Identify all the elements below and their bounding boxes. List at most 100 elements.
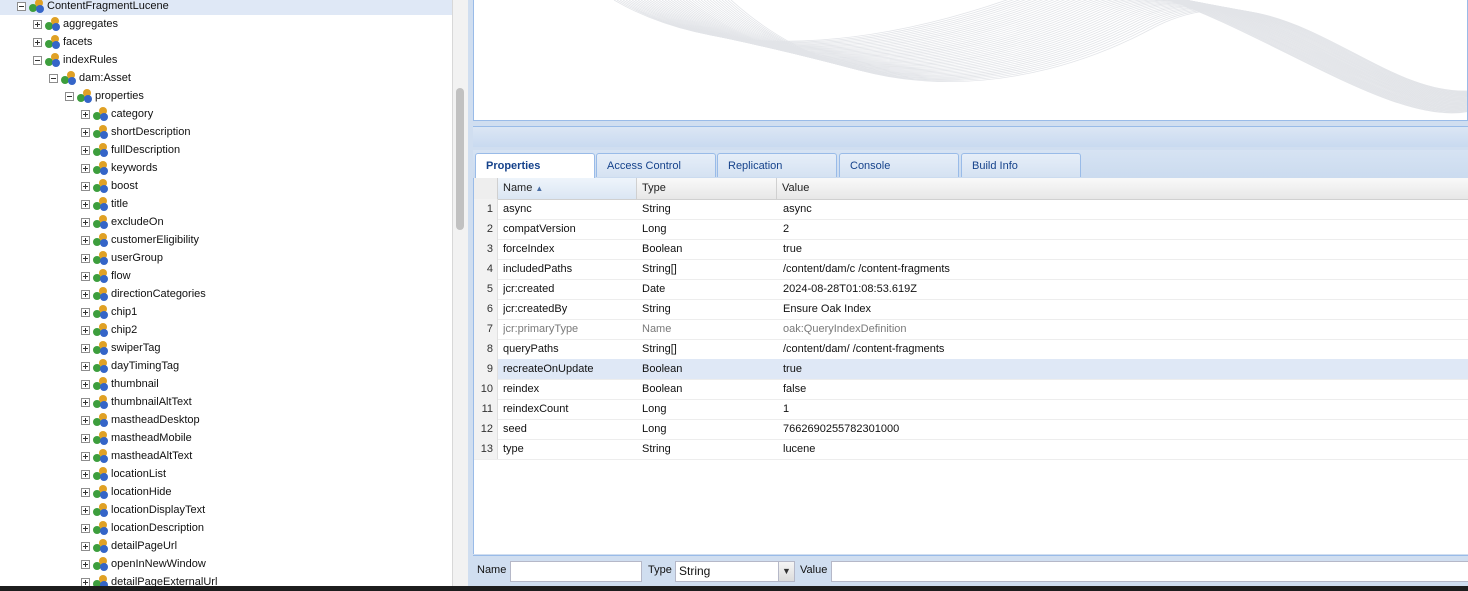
expand-icon[interactable] bbox=[81, 253, 90, 263]
tab-properties[interactable]: Properties bbox=[475, 153, 595, 179]
tree-node[interactable]: thumbnailAltText bbox=[81, 393, 192, 411]
expand-icon[interactable] bbox=[81, 361, 90, 371]
expand-icon[interactable] bbox=[81, 181, 90, 191]
property-value: false bbox=[783, 383, 807, 395]
panel-splitter[interactable] bbox=[473, 126, 1468, 147]
expand-icon[interactable] bbox=[33, 37, 42, 47]
tree-node[interactable]: mastheadAltText bbox=[81, 447, 192, 465]
tree-node[interactable]: dam:Asset bbox=[49, 69, 131, 87]
collapse-icon[interactable] bbox=[33, 55, 42, 65]
expand-icon[interactable] bbox=[81, 541, 90, 551]
repository-tree[interactable]: ContentFragmentLucene aggregates facets ind… bbox=[0, 0, 452, 586]
grid-row[interactable]: 12 seed Long 7662690255782301000 bbox=[474, 419, 1468, 440]
expand-icon[interactable] bbox=[81, 415, 90, 425]
expand-icon[interactable] bbox=[81, 559, 90, 569]
grid-row[interactable]: 3 forceIndex Boolean true bbox=[474, 239, 1468, 260]
expand-icon[interactable] bbox=[81, 433, 90, 443]
expand-icon[interactable] bbox=[81, 127, 90, 137]
expand-icon[interactable] bbox=[81, 109, 90, 119]
name-input[interactable] bbox=[510, 561, 642, 582]
tree-scrollbar-thumb[interactable] bbox=[456, 88, 464, 230]
tree-node[interactable]: aggregates bbox=[33, 15, 118, 33]
collapse-icon[interactable] bbox=[65, 91, 74, 101]
grid-row[interactable]: 10 reindex Boolean false bbox=[474, 379, 1468, 400]
tree-node[interactable]: swiperTag bbox=[81, 339, 161, 357]
column-header-value[interactable]: Value bbox=[777, 178, 1468, 199]
tree-node[interactable]: chip2 bbox=[81, 321, 137, 339]
tree-node[interactable]: title bbox=[81, 195, 128, 213]
tree-node[interactable]: keywords bbox=[81, 159, 157, 177]
expand-icon[interactable] bbox=[81, 451, 90, 461]
tree-node[interactable]: detailPageUrl bbox=[81, 537, 177, 555]
tree-node[interactable]: shortDescription bbox=[81, 123, 190, 141]
tree-node[interactable]: facets bbox=[33, 33, 92, 51]
grid-row[interactable]: 2 compatVersion Long 2 bbox=[474, 219, 1468, 240]
grid-row[interactable]: 6 jcr:createdBy String Ensure Oak Index bbox=[474, 299, 1468, 320]
tree-node[interactable]: locationList bbox=[81, 465, 166, 483]
expand-icon[interactable] bbox=[81, 271, 90, 281]
tab-access-control[interactable]: Access Control bbox=[596, 153, 716, 177]
tree-node[interactable]: fullDescription bbox=[81, 141, 180, 159]
expand-icon[interactable] bbox=[81, 145, 90, 155]
column-header-type[interactable]: Type bbox=[637, 178, 777, 199]
grid-row[interactable]: 13 type String lucene bbox=[474, 439, 1468, 460]
expand-icon[interactable] bbox=[81, 523, 90, 533]
collapse-icon[interactable] bbox=[49, 73, 58, 83]
tree-node[interactable]: customerEligibility bbox=[81, 231, 199, 249]
expand-icon[interactable] bbox=[81, 397, 90, 407]
tree-node[interactable]: thumbnail bbox=[81, 375, 159, 393]
expand-icon[interactable] bbox=[81, 199, 90, 209]
expand-icon[interactable] bbox=[81, 487, 90, 497]
grid-row[interactable]: 5 jcr:created Date 2024-08-28T01:08:53.619Z bbox=[474, 279, 1468, 300]
grid-row[interactable]: 4 includedPaths String[] /content/dam/c /co… bbox=[474, 259, 1468, 280]
tree-node[interactable]: dayTimingTag bbox=[81, 357, 179, 375]
expand-icon[interactable] bbox=[81, 343, 90, 353]
expand-icon[interactable] bbox=[81, 163, 90, 173]
tree-node[interactable]: category bbox=[81, 105, 153, 123]
tab-console[interactable]: Console bbox=[839, 153, 959, 177]
tree-node[interactable]: detailPageExternalUrl bbox=[81, 573, 217, 586]
tree-node[interactable]: openInNewWindow bbox=[81, 555, 206, 573]
tree-node[interactable]: flow bbox=[81, 267, 131, 285]
expand-icon[interactable] bbox=[81, 307, 90, 317]
expand-icon[interactable] bbox=[81, 289, 90, 299]
expand-icon[interactable] bbox=[81, 469, 90, 479]
tree-node[interactable]: locationHide bbox=[81, 483, 172, 501]
expand-icon[interactable] bbox=[81, 577, 90, 586]
node-icon bbox=[45, 53, 60, 67]
tree-node[interactable]: boost bbox=[81, 177, 138, 195]
node-icon bbox=[93, 449, 108, 463]
type-select[interactable]: String bbox=[675, 561, 779, 582]
expand-icon[interactable] bbox=[81, 505, 90, 515]
column-header-name[interactable]: Name ▲ bbox=[498, 178, 637, 199]
tree-node[interactable]: properties bbox=[65, 87, 144, 105]
expand-icon[interactable] bbox=[81, 235, 90, 245]
tree-node[interactable]: indexRules bbox=[33, 51, 117, 69]
value-input[interactable] bbox=[831, 561, 1468, 582]
tree-node[interactable]: excludeOn bbox=[81, 213, 164, 231]
tree-node[interactable]: ContentFragmentLucene bbox=[0, 0, 452, 15]
tree-node[interactable]: directionCategories bbox=[81, 285, 206, 303]
tree-node[interactable]: mastheadDesktop bbox=[81, 411, 200, 429]
tree-node[interactable]: mastheadMobile bbox=[81, 429, 192, 447]
row-number: 12 bbox=[474, 419, 498, 439]
tree-node[interactable]: locationDescription bbox=[81, 519, 204, 537]
grid-row[interactable]: 1 async String async bbox=[474, 199, 1468, 220]
property-name: queryPaths bbox=[503, 343, 559, 355]
tree-node[interactable]: userGroup bbox=[81, 249, 163, 267]
expand-icon[interactable] bbox=[81, 325, 90, 335]
expand-icon[interactable] bbox=[81, 217, 90, 227]
tab-replication[interactable]: Replication bbox=[717, 153, 837, 177]
type-dropdown-arrow-icon[interactable]: ▼ bbox=[778, 561, 795, 582]
grid-row[interactable]: 7 jcr:primaryType Name oak:QueryIndexDefini… bbox=[474, 319, 1468, 340]
collapse-icon[interactable] bbox=[17, 1, 26, 11]
grid-row[interactable]: 11 reindexCount Long 1 bbox=[474, 399, 1468, 420]
tree-node[interactable]: locationDisplayText bbox=[81, 501, 205, 519]
tree-scrollbar[interactable] bbox=[452, 0, 469, 586]
expand-icon[interactable] bbox=[81, 379, 90, 389]
tab-build-info[interactable]: Build Info bbox=[961, 153, 1081, 177]
expand-icon[interactable] bbox=[33, 19, 42, 29]
grid-row[interactable]: 9 recreateOnUpdate Boolean true bbox=[474, 359, 1468, 380]
tree-node[interactable]: chip1 bbox=[81, 303, 137, 321]
grid-row[interactable]: 8 queryPaths String[] /content/dam/ /conten… bbox=[474, 339, 1468, 360]
